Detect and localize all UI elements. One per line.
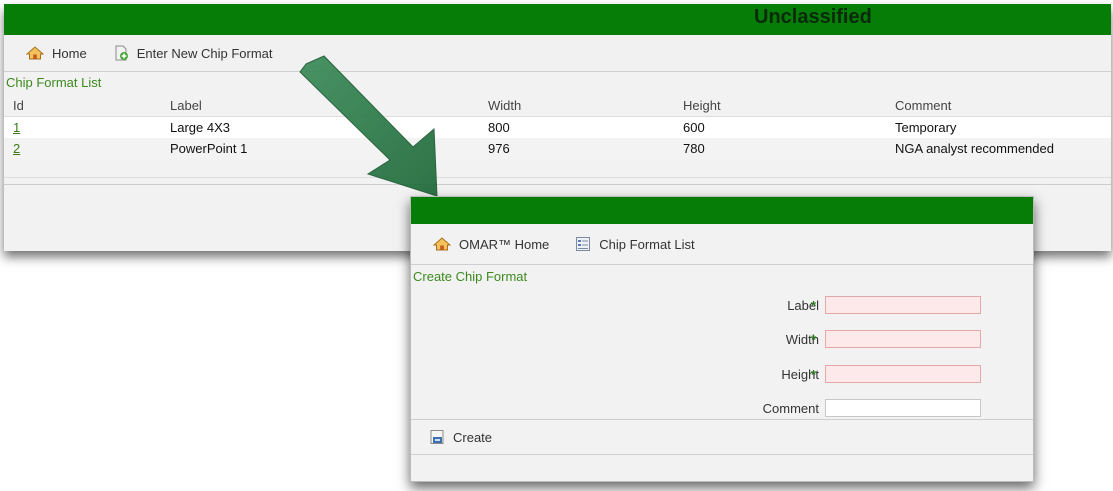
chip-format-list-link[interactable]: Chip Format List: [575, 236, 695, 252]
save-icon: [430, 430, 444, 444]
width-input[interactable]: [825, 330, 981, 348]
home-icon: [433, 237, 451, 251]
home-link-label: Home: [52, 45, 87, 61]
enter-new-chip-format-label: Enter New Chip Format: [136, 45, 273, 61]
row-id-link[interactable]: 1: [13, 120, 20, 135]
comment-row: Comment: [411, 397, 1033, 421]
column-header-id[interactable]: Id: [4, 94, 170, 117]
row-label: Large 4X3: [170, 116, 488, 138]
row-height: 600: [683, 116, 895, 138]
list-icon: [576, 237, 591, 251]
classification-banner: Unclassified: [4, 4, 1111, 35]
create-chip-format-window: OMAR™ Home Chip Format List Create Chip …: [410, 196, 1034, 482]
home-icon: [26, 46, 44, 60]
row-comment: Temporary: [895, 116, 1111, 138]
comment-input[interactable]: [825, 399, 981, 417]
divider: [4, 184, 1111, 185]
enter-new-chip-format-link[interactable]: Enter New Chip Format: [113, 45, 273, 61]
column-header-width[interactable]: Width: [488, 94, 683, 117]
required-mark: *: [811, 298, 817, 313]
chip-format-table: Id Label Width Height Comment 1 Large 4X…: [4, 94, 1111, 159]
section-title: Chip Format List: [6, 75, 102, 90]
width-row: Width *: [411, 328, 1033, 352]
create-button[interactable]: Create: [429, 429, 492, 445]
table-row: 1 Large 4X3 800 600 Temporary: [4, 116, 1111, 138]
label-input[interactable]: [825, 296, 981, 314]
column-header-comment[interactable]: Comment: [895, 94, 1111, 117]
form-title: Create Chip Format: [413, 269, 528, 284]
row-height: 780: [683, 138, 895, 159]
list-toolbar: Home Enter New Chip Format: [4, 35, 1111, 72]
form-actions: Create: [411, 419, 1033, 455]
omar-home-label: OMAR™ Home: [459, 236, 550, 252]
chip-format-list-label: Chip Format List: [599, 236, 695, 252]
row-width: 800: [488, 116, 683, 138]
classification-banner: [411, 197, 1033, 224]
column-header-label[interactable]: Label: [170, 94, 488, 117]
classification-label: Unclassified: [754, 6, 872, 28]
column-header-height[interactable]: Height: [683, 94, 895, 117]
required-mark: *: [811, 367, 817, 382]
comment-field-label: Comment: [762, 401, 819, 416]
label-row: Label *: [411, 294, 1033, 318]
create-toolbar: OMAR™ Home Chip Format List: [411, 224, 1033, 265]
omar-home-link[interactable]: OMAR™ Home: [433, 237, 549, 252]
row-id-link[interactable]: 2: [13, 141, 20, 156]
create-button-label: Create: [453, 429, 493, 445]
home-link[interactable]: Home: [26, 46, 87, 61]
table-row: 2 PowerPoint 1 976 780 NGA analyst recom…: [4, 138, 1111, 159]
divider: [4, 177, 1111, 178]
height-input[interactable]: [825, 365, 981, 383]
required-mark: *: [811, 332, 817, 347]
new-document-icon: [115, 45, 128, 61]
table-header-row: Id Label Width Height Comment: [4, 94, 1111, 117]
row-comment: NGA analyst recommended: [895, 138, 1111, 159]
row-label: PowerPoint 1: [170, 138, 488, 159]
row-width: 976: [488, 138, 683, 159]
height-row: Height *: [411, 363, 1033, 387]
